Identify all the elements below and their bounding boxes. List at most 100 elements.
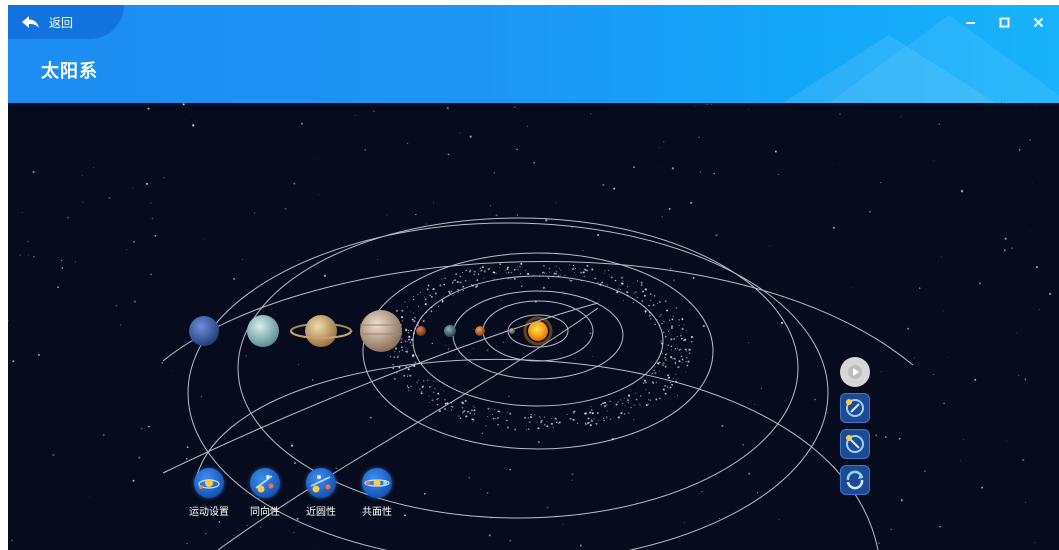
asteroid bbox=[681, 362, 683, 364]
star bbox=[978, 282, 981, 285]
asteroid bbox=[667, 374, 669, 377]
asteroid bbox=[469, 269, 471, 271]
asteroid bbox=[392, 363, 394, 366]
page-title: 太阳系 bbox=[41, 61, 98, 82]
asteroid bbox=[405, 350, 407, 352]
asteroid bbox=[586, 264, 589, 267]
asteroid bbox=[649, 299, 652, 302]
asteroid bbox=[410, 311, 412, 313]
star bbox=[913, 357, 915, 359]
minimize-button[interactable] bbox=[955, 11, 985, 33]
asteroid bbox=[527, 428, 530, 431]
asteroid bbox=[481, 266, 484, 269]
star bbox=[287, 530, 289, 531]
asteroid bbox=[678, 324, 680, 327]
asteroid bbox=[480, 269, 483, 272]
asteroid bbox=[510, 278, 512, 280]
tool-motion-settings[interactable]: 运动设置 bbox=[186, 468, 232, 518]
star bbox=[364, 148, 367, 151]
rotate-view-button[interactable] bbox=[840, 465, 870, 495]
star bbox=[529, 416, 533, 419]
star bbox=[939, 526, 941, 528]
asteroid bbox=[662, 353, 664, 355]
asteroid bbox=[420, 392, 423, 395]
star bbox=[890, 528, 892, 531]
asteroid bbox=[672, 315, 674, 317]
asteroid bbox=[606, 416, 608, 418]
asteroid bbox=[543, 272, 546, 274]
planet-neptune bbox=[189, 316, 219, 346]
solar-system-scene[interactable]: 运动设置 同向性 近圆性 共面性 bbox=[8, 103, 1059, 550]
asteroid bbox=[673, 338, 676, 340]
star bbox=[580, 544, 582, 547]
asteroid bbox=[475, 286, 477, 289]
asteroid bbox=[544, 424, 546, 426]
asteroid bbox=[412, 344, 414, 346]
asteroid bbox=[686, 329, 687, 331]
asteroid bbox=[549, 271, 551, 273]
star bbox=[545, 219, 548, 222]
tool-coplanar[interactable]: 共面性 bbox=[354, 468, 400, 518]
zoom-in-orbit-button[interactable] bbox=[840, 393, 870, 423]
solar-system-settings-icon bbox=[194, 468, 224, 498]
star bbox=[11, 539, 13, 542]
star bbox=[516, 148, 518, 151]
asteroid bbox=[626, 294, 629, 297]
tool-near-circular[interactable]: 近圆性 bbox=[298, 468, 344, 518]
asteroid bbox=[659, 361, 661, 364]
maximize-button[interactable] bbox=[989, 11, 1019, 33]
asteroid bbox=[670, 356, 673, 359]
zoom-out-orbit-button[interactable] bbox=[840, 429, 870, 459]
asteroid bbox=[450, 290, 453, 293]
asteroid bbox=[688, 352, 691, 354]
star bbox=[377, 259, 378, 260]
asteroid bbox=[492, 417, 495, 420]
play-button[interactable] bbox=[840, 357, 870, 387]
asteroid bbox=[447, 409, 449, 411]
asteroid bbox=[667, 344, 669, 346]
tool-same-direction[interactable]: 同向性 bbox=[242, 468, 288, 518]
asteroid bbox=[485, 425, 487, 427]
asteroid bbox=[656, 303, 658, 304]
star bbox=[695, 106, 697, 107]
asteroid bbox=[609, 418, 612, 420]
asteroid bbox=[572, 280, 574, 281]
asteroid bbox=[621, 276, 623, 279]
asteroid bbox=[422, 380, 425, 382]
asteroid bbox=[472, 405, 474, 407]
close-button[interactable] bbox=[1023, 11, 1053, 33]
asteroid bbox=[606, 410, 608, 412]
star bbox=[233, 277, 236, 280]
asteroid bbox=[681, 317, 683, 320]
asteroid bbox=[664, 392, 667, 395]
asteroid bbox=[406, 385, 409, 387]
asteroid bbox=[424, 298, 427, 301]
asteroid bbox=[393, 377, 396, 380]
asteroid bbox=[555, 271, 558, 273]
asteroid bbox=[635, 291, 637, 293]
back-button[interactable]: 返回 bbox=[8, 5, 124, 39]
asteroid bbox=[459, 275, 462, 278]
star bbox=[602, 183, 605, 186]
star bbox=[963, 439, 965, 441]
asteroid bbox=[477, 273, 480, 275]
star bbox=[205, 533, 207, 535]
asteroid bbox=[474, 274, 476, 276]
asteroid bbox=[499, 263, 502, 266]
asteroid bbox=[658, 397, 661, 400]
asteroid bbox=[507, 277, 510, 280]
star bbox=[500, 299, 502, 301]
asteroid bbox=[560, 269, 562, 271]
asteroid bbox=[642, 382, 645, 384]
asteroid bbox=[517, 268, 519, 270]
asteroid bbox=[556, 421, 558, 424]
star bbox=[145, 182, 148, 185]
asteroid bbox=[541, 419, 544, 422]
star bbox=[777, 174, 779, 176]
star bbox=[571, 227, 573, 229]
asteroid bbox=[681, 337, 683, 340]
star bbox=[115, 304, 118, 307]
asteroid bbox=[650, 293, 652, 295]
asteroid bbox=[473, 409, 476, 412]
asteroid bbox=[678, 349, 680, 351]
